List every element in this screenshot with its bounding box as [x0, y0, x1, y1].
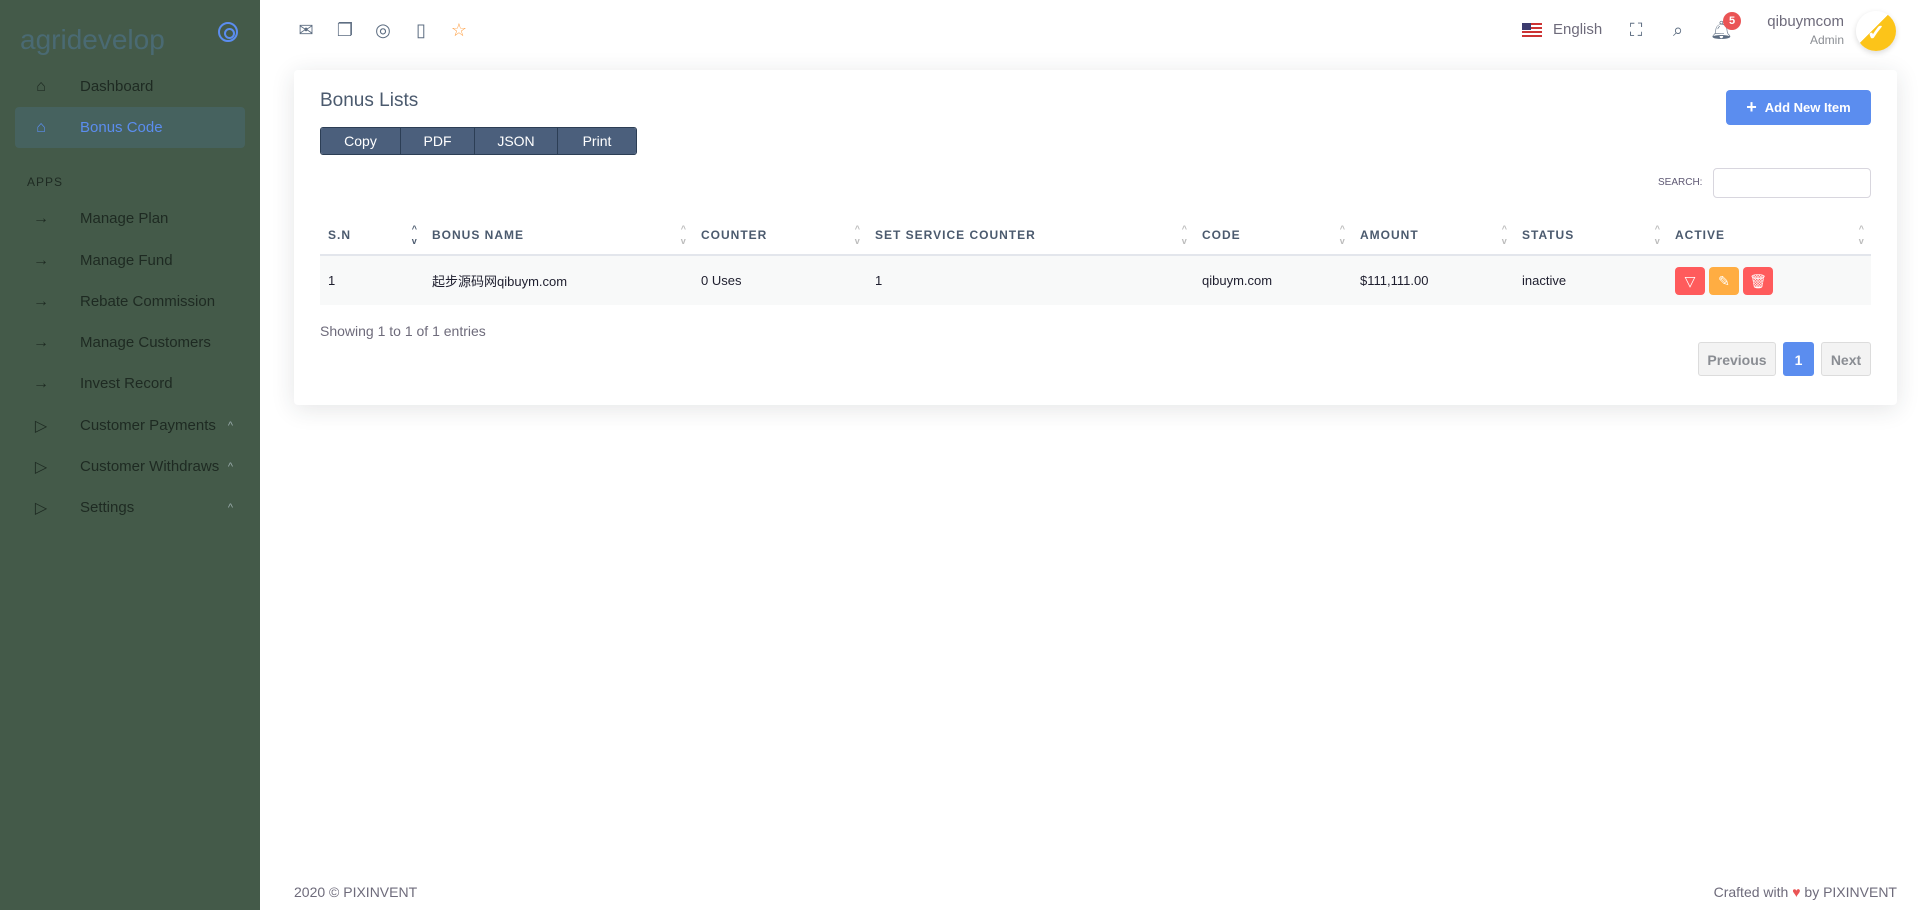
star-icon[interactable]: ☆	[448, 19, 470, 41]
column-header-active[interactable]: ACTIVE ^ v	[1667, 215, 1871, 256]
sort-icon: ^ v	[1654, 224, 1661, 246]
arrow-right-icon: →	[33, 374, 49, 392]
search-label: SEARCH:	[1658, 177, 1703, 188]
chevron-up-icon: ^	[227, 501, 233, 514]
cell-sn: 1	[320, 255, 424, 305]
play-icon: ▷	[34, 417, 48, 435]
calendar-icon[interactable]: ▯	[410, 19, 432, 41]
home-icon: ⌂	[36, 118, 46, 136]
brand-logo[interactable]: agridevelop	[20, 24, 165, 56]
sidebar-item-bonus-code[interactable]: ⌂ Bonus Code	[15, 107, 245, 148]
sort-icon: ^ v	[854, 224, 861, 246]
sidebar-item-dashboard[interactable]: ⌂ Dashboard	[15, 66, 245, 107]
footer-copyright: 2020 © PIXINVENT	[294, 884, 418, 900]
footer-credit: Crafted with ♥ by PIXINVENT	[1713, 884, 1897, 900]
play-icon: ▷	[34, 458, 48, 476]
sidebar-item-manage-plan[interactable]: → Manage Plan	[15, 198, 245, 239]
column-header-set-service-counter[interactable]: SET SERVICE COUNTER ^ v	[867, 215, 1194, 256]
edit-button[interactable]: ✎	[1709, 266, 1739, 295]
cell-service-counter: 1	[867, 255, 1194, 305]
sidebar-item-invest-record[interactable]: → Invest Record	[15, 363, 245, 404]
next-page-button[interactable]: Next	[1821, 342, 1871, 376]
page-title: Bonus Lists	[320, 90, 419, 111]
top-navbar: ✉ ❐ ◎ ▯ ☆ English ⛶ ⌕ 🔔︎ 5 qibuymcom Adm…	[260, 0, 1920, 62]
sidebar-item-manage-customers[interactable]: → Manage Customers	[15, 322, 245, 363]
delete-button[interactable]: 🗑︎	[1743, 266, 1773, 295]
play-icon: ▷	[34, 499, 48, 517]
column-header-bonus-name[interactable]: BONUS NAME ^ v	[424, 215, 693, 256]
cell-counter: 0 Uses	[693, 255, 867, 305]
section-label-apps: APPS	[27, 175, 64, 189]
sidebar: agridevelop ⌂ Dashboard ⌂ Bonus Code APPS …	[0, 0, 260, 910]
search-input[interactable]	[1713, 168, 1871, 198]
pencil-icon: ✎	[1718, 272, 1730, 289]
column-header-counter[interactable]: COUNTER ^ v	[693, 215, 867, 256]
arrow-right-icon: →	[33, 292, 49, 310]
print-button[interactable]: Print	[558, 128, 636, 154]
add-new-item-button[interactable]: + Add New Item	[1726, 90, 1871, 125]
chat-icon[interactable]: ❐	[334, 19, 356, 41]
export-buttons: Copy PDF JSON Print	[320, 127, 637, 155]
copy-button[interactable]: Copy	[321, 128, 401, 154]
column-header-code[interactable]: CODE ^ v	[1194, 215, 1352, 256]
entries-info: Showing 1 to 1 of 1 entries	[320, 323, 486, 339]
column-header-status[interactable]: STATUS ^ v	[1514, 215, 1667, 256]
page-1-button[interactable]: 1	[1783, 342, 1814, 376]
column-header-sn[interactable]: S.N ^ v	[320, 215, 424, 256]
cell-actions: ▽ ✎ 🗑︎	[1667, 255, 1871, 305]
sort-icon: ^ v	[1501, 224, 1508, 246]
mail-icon[interactable]: ✉	[295, 19, 317, 41]
column-header-amount[interactable]: AMOUNT ^ v	[1352, 215, 1514, 256]
arrow-right-icon: →	[33, 333, 49, 351]
arrow-right-icon: →	[33, 209, 49, 227]
chevron-up-icon: ^	[227, 419, 233, 432]
sidebar-item-settings[interactable]: ▷ Settings ^	[15, 487, 245, 528]
sort-icon: ^ v	[1181, 224, 1188, 246]
previous-page-button[interactable]: Previous	[1698, 342, 1776, 376]
sort-icon: ^ v	[411, 224, 418, 246]
user-role: Admin	[1809, 33, 1844, 47]
search-icon[interactable]: ⌕	[1667, 19, 1689, 41]
fullscreen-icon[interactable]: ⛶	[1625, 19, 1647, 41]
sidebar-item-rebate-commission[interactable]: → Rebate Commission	[15, 281, 245, 322]
json-button[interactable]: JSON	[475, 128, 558, 154]
arrow-right-icon: →	[33, 251, 49, 269]
cell-code: qibuym.com	[1194, 255, 1352, 305]
home-icon: ⌂	[36, 77, 46, 95]
avatar[interactable]: ✓	[1856, 11, 1896, 51]
us-flag-icon[interactable]	[1522, 23, 1542, 37]
trash-icon: 🗑︎	[1749, 272, 1767, 289]
sidebar-item-manage-fund[interactable]: → Manage Fund	[15, 240, 245, 281]
plus-icon: +	[1746, 97, 1757, 117]
cell-amount: $111,111.00	[1352, 255, 1514, 305]
sidebar-item-customer-withdraws[interactable]: ▷ Customer Withdraws ^	[15, 446, 245, 487]
cell-bonus-name: 起步源码网qibuym.com	[424, 255, 693, 305]
language-selector[interactable]: English	[1553, 21, 1602, 38]
table-row: 1 起步源码网qibuym.com 0 Uses 1 qibuym.com $1…	[320, 255, 1871, 305]
deactivate-button[interactable]: ▽	[1675, 266, 1705, 295]
triangle-down-icon: ▽	[1684, 272, 1696, 289]
bonus-table: S.N ^ v BONUS NAME ^ v COUNTER ^ v SET SERVICE…	[320, 215, 1871, 305]
notification-badge: 5	[1723, 12, 1741, 30]
sort-icon: ^ v	[1858, 224, 1865, 246]
sort-icon: ^ v	[1339, 224, 1346, 246]
sidebar-toggle-icon[interactable]	[218, 22, 238, 42]
heart-icon: ♥	[1792, 884, 1801, 900]
bonus-list-card: Bonus Lists Copy PDF JSON Print + Add New…	[294, 70, 1897, 405]
check-circle-icon[interactable]: ◎	[372, 19, 394, 41]
user-name[interactable]: qibuymcom	[1767, 13, 1844, 30]
cell-status: inactive	[1514, 255, 1667, 305]
sidebar-item-customer-payments[interactable]: ▷ Customer Payments ^	[15, 405, 245, 446]
pdf-button[interactable]: PDF	[401, 128, 475, 154]
sort-icon: ^ v	[680, 224, 687, 246]
chevron-up-icon: ^	[227, 460, 233, 473]
